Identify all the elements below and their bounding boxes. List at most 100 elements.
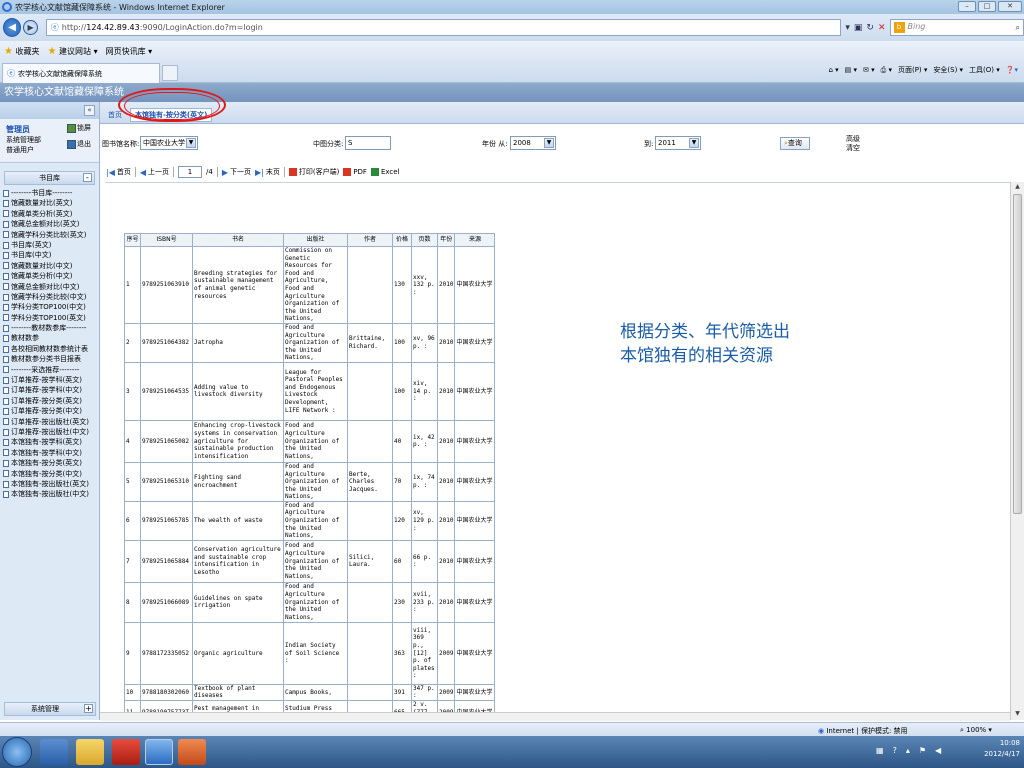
table-row[interactable]: 10 9788180302060 Textbook of plant disease… <box>124 683 496 702</box>
media-player-icon[interactable] <box>40 739 68 765</box>
last-page-button[interactable]: ▶| 末页 <box>255 167 280 177</box>
help-icon[interactable]: ❓▾ <box>1006 66 1018 74</box>
sidebar-item[interactable]: 本馆独有-按学科(英文) <box>3 437 99 447</box>
collapse-panel-button[interactable]: « <box>84 105 95 116</box>
sidebar-item[interactable]: 教材数参分类书目报表 <box>3 354 99 364</box>
collapse-section-icon[interactable]: - <box>83 173 92 182</box>
sidebar-item[interactable]: 馆藏总金额对比(英文) <box>3 219 99 229</box>
tree-section-header[interactable]: 书目库 - <box>4 171 95 185</box>
sidebar-item[interactable]: 订单推荐-按出版社(中文) <box>3 427 99 437</box>
new-tab-button[interactable] <box>162 65 178 81</box>
class-input[interactable]: S <box>345 136 391 150</box>
sidebar-item[interactable]: 各校相同教材数参统计表 <box>3 344 99 354</box>
help-tray-icon[interactable]: ? <box>893 746 897 755</box>
advanced-link[interactable]: 高级 <box>846 135 860 143</box>
query-button[interactable]: ⌕查询 <box>780 137 810 150</box>
table-row[interactable]: 4 9789251065082 Enhancing crop-livestock s… <box>124 419 496 463</box>
maximize-button[interactable]: □ <box>978 1 996 12</box>
table-row[interactable]: 6 9789251065785 The wealth of waste Food an… <box>124 500 496 541</box>
system-management-section[interactable]: 系统管理 + <box>4 702 96 716</box>
flag-icon[interactable]: ⚑ <box>919 746 926 755</box>
next-page-button[interactable]: ▶ 下一页 <box>222 167 251 177</box>
sidebar-item[interactable]: 学科分类TOP100(中文) <box>3 302 99 312</box>
library-select[interactable]: 中国农业大学 ▼ <box>140 136 198 150</box>
minimize-button[interactable]: – <box>958 1 976 12</box>
year-to-select[interactable]: 2011 ▼ <box>655 136 701 150</box>
search-input[interactable]: b Bing ⌕ <box>889 19 1024 36</box>
zoom-control[interactable]: ⌕ 100% ▾ <box>960 726 992 735</box>
sidebar-item[interactable]: --------教材数参库-------- <box>3 323 99 333</box>
stop-icon[interactable]: ✕ <box>878 23 886 33</box>
horizontal-scrollbar[interactable] <box>100 712 1010 721</box>
internet-explorer-icon[interactable] <box>145 739 173 765</box>
refresh-icon[interactable]: ↻ <box>866 23 874 33</box>
lock-screen-button[interactable]: 锁屏 <box>67 122 95 134</box>
sidebar-item[interactable]: 教材数参 <box>3 333 99 343</box>
sidebar-item[interactable]: 订单推荐-按分类(英文) <box>3 396 99 406</box>
sidebar-item[interactable]: --------采选推荐-------- <box>3 365 99 375</box>
browser-tab[interactable]: ⓔ 农学核心文献馆藏保障系统 <box>2 63 160 83</box>
web-slice-button[interactable]: 网页快讯库 ▾ <box>106 46 153 57</box>
home-icon[interactable]: ⌂ ▾ <box>828 66 838 74</box>
clock[interactable]: 10:08 2012/4/17 <box>984 738 1020 760</box>
mail-icon[interactable]: ✉ ▾ <box>863 66 875 74</box>
sidebar-item[interactable]: 馆藏数量对比(英文) <box>3 198 99 208</box>
close-button[interactable]: ✕ <box>998 1 1022 12</box>
sidebar-item[interactable]: 馆藏总金额对比(中文) <box>3 282 99 292</box>
sidebar-item[interactable]: --------书目库-------- <box>3 188 99 198</box>
tab-unique-by-class[interactable]: 本馆独有-按分类(英文) <box>130 108 213 122</box>
table-row[interactable]: 1 9789251063910 Breeding strategies for su… <box>124 246 496 324</box>
safety-menu[interactable]: 安全(S) ▾ <box>933 65 963 75</box>
scroll-down-icon[interactable]: ▼ <box>1013 710 1022 719</box>
print-icon[interactable]: ⎙ ▾ <box>881 66 892 75</box>
table-row[interactable]: 7 9789251065884 Conservation agriculture a… <box>124 539 496 583</box>
table-row[interactable]: 9 9788172335052 Organic agriculture Indian … <box>124 621 496 685</box>
sidebar-item[interactable]: 书目库(英文) <box>3 240 99 250</box>
back-button[interactable]: ◀ <box>3 18 22 37</box>
sidebar-item[interactable]: 本馆独有-按分类(中文) <box>3 469 99 479</box>
sidebar-item[interactable]: 本馆独有-按分类(英文) <box>3 458 99 468</box>
sidebar-item[interactable]: 馆藏单类分析(中文) <box>3 271 99 281</box>
favorites-button[interactable]: ★ 收藏夹 <box>4 46 40 57</box>
sidebar-item[interactable]: 订单推荐-按学科(英文) <box>3 375 99 385</box>
file-explorer-icon[interactable] <box>76 739 104 765</box>
sidebar-item[interactable]: 书目库(中文) <box>3 250 99 260</box>
start-button[interactable] <box>2 737 32 767</box>
print-button[interactable]: 打印(客户端) <box>288 167 339 177</box>
sidebar-item[interactable]: 馆藏学科分类比较(中文) <box>3 292 99 302</box>
sidebar-item[interactable]: 学科分类TOP100(英文) <box>3 313 99 323</box>
sidebar-item[interactable]: 馆藏学科分类比较(英文) <box>3 230 99 240</box>
table-row[interactable]: 8 9789251066089 Guidelines on spate irriga… <box>124 581 496 623</box>
search-icon[interactable]: ⌕ <box>1016 23 1020 33</box>
sidebar-item[interactable]: 馆藏单类分析(英文) <box>3 209 99 219</box>
sidebar-item[interactable]: 订单推荐-按出版社(英文) <box>3 417 99 427</box>
tab-home[interactable]: 首页 <box>108 110 122 120</box>
excel-button[interactable]: Excel <box>370 168 400 176</box>
suggested-sites-button[interactable]: ★ 建议网站 ▾ <box>48 46 98 57</box>
app-icon-red[interactable] <box>112 739 140 765</box>
table-row[interactable]: 2 9789251064382 Jatropha Food and Agricultu… <box>124 322 496 363</box>
first-page-button[interactable]: |◀ 首页 <box>106 167 131 177</box>
network-icon[interactable]: ▴ <box>906 746 910 755</box>
keyboard-icon[interactable]: ▦ <box>876 746 884 755</box>
clear-link[interactable]: 清空 <box>846 144 860 152</box>
logout-button[interactable]: 退出 <box>67 138 95 150</box>
prev-page-button[interactable]: ◀ 上一页 <box>140 167 169 177</box>
scroll-thumb[interactable] <box>1013 194 1022 514</box>
sidebar-item[interactable]: 本馆独有-按学科(中文) <box>3 448 99 458</box>
scroll-up-icon[interactable]: ▲ <box>1013 183 1022 192</box>
compat-view-icon[interactable]: ▣ <box>854 23 863 33</box>
powerpoint-icon[interactable] <box>178 739 206 765</box>
sidebar-item[interactable]: 订单推荐-按学科(中文) <box>3 385 99 395</box>
page-menu[interactable]: 页面(P) ▾ <box>898 65 927 75</box>
table-row[interactable]: 5 9789251065310 Fighting sand encroachment… <box>124 461 496 502</box>
sidebar-item[interactable]: 本馆独有-按出版社(英文) <box>3 479 99 489</box>
table-row[interactable]: 3 9789251064535 Adding value to livestock … <box>124 361 496 421</box>
sidebar-item[interactable]: 订单推荐-按分类(中文) <box>3 406 99 416</box>
dropdown-icon[interactable]: ▾ <box>845 23 850 33</box>
tools-menu[interactable]: 工具(O) ▾ <box>969 65 1000 75</box>
year-from-select[interactable]: 2008 ▼ <box>510 136 556 150</box>
pdf-button[interactable]: PDF <box>343 168 367 176</box>
address-bar[interactable]: ⓔ http:// 124.42.89.43 :9090/LoginAction… <box>45 19 842 36</box>
forward-button[interactable]: ▶ <box>23 20 38 35</box>
